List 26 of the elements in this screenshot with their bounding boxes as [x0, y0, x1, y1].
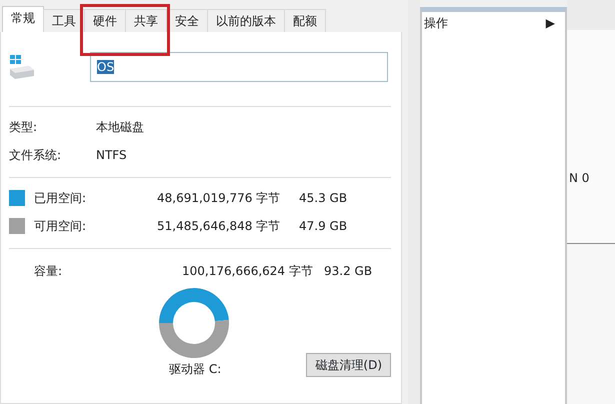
- field-label: 文件系统:: [9, 147, 62, 163]
- disk-cleanup-button[interactable]: 磁盘清理(D): [306, 353, 391, 377]
- space-label: 已用空间:: [34, 190, 88, 206]
- size-value: 93.2 GB: [324, 263, 374, 279]
- usage-donut: [158, 287, 230, 359]
- size-value: 47.9 GB: [299, 218, 348, 234]
- capacity-label: 容量:: [34, 263, 64, 279]
- field-value: 本地磁盘: [96, 119, 145, 135]
- byte-count: 51,485,646,848 字节: [157, 218, 282, 234]
- tab[interactable]: 常规: [2, 6, 44, 32]
- space-label: 可用空间:: [34, 218, 88, 234]
- size-value: 45.3 GB: [299, 190, 348, 206]
- drive-name-field[interactable]: OS: [90, 52, 388, 82]
- drive-label: 驱动器 C:: [169, 361, 222, 377]
- submenu-arrow-icon: ▶: [546, 15, 555, 31]
- drive-icon: [9, 55, 35, 79]
- tab[interactable]: 工具: [43, 9, 85, 32]
- background-text: N 0: [569, 171, 590, 185]
- tab[interactable]: 配额: [284, 9, 326, 32]
- field-label: 类型:: [9, 119, 38, 135]
- byte-count: 48,691,019,776 字节: [157, 190, 282, 206]
- menu-item[interactable]: 操作 ▶: [422, 12, 565, 34]
- byte-count: 100,176,666,624 字节: [182, 263, 314, 279]
- menu-label: 操作: [424, 15, 448, 31]
- toolbar-strip: [567, 0, 615, 30]
- field-value: NTFS: [96, 147, 128, 163]
